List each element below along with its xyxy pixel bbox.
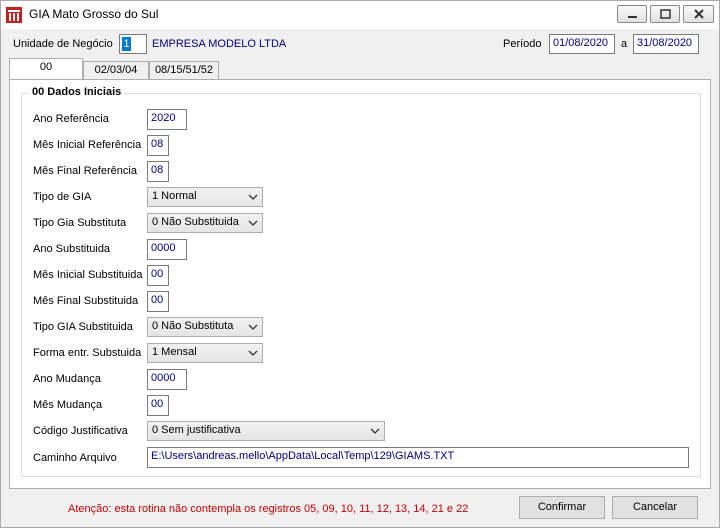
- forma-entr-substuida-label: Forma entr. Substuida: [33, 347, 142, 359]
- mes-inicial-referencia-label: Mês Inicial Referência: [33, 139, 142, 151]
- mes-final-referencia-input[interactable]: 08: [147, 161, 169, 182]
- tipo-gia-label: Tipo de GIA: [33, 191, 92, 203]
- unidade-code-value: 1: [122, 37, 131, 51]
- tipo-gia-substituta-select[interactable]: 0 Não Substituida: [147, 213, 263, 233]
- periodo-label: Período: [503, 38, 542, 50]
- mes-inicial-substituida-input[interactable]: 00: [147, 265, 169, 286]
- caminho-arquivo-label: Caminho Arquivo: [33, 452, 117, 464]
- close-icon: [694, 9, 704, 19]
- mes-mudanca-label: Mês Mudança: [33, 399, 103, 411]
- mes-mudanca-input[interactable]: 00: [147, 395, 169, 416]
- tab-label: 00: [39, 61, 53, 73]
- codigo-justificativa-value: 0 Sem justificativa: [152, 424, 241, 436]
- maximize-icon: [660, 9, 671, 19]
- tipo-gia-substituta-label: Tipo Gia Substituta: [33, 217, 127, 229]
- ano-substituida-input[interactable]: 0000: [147, 239, 187, 260]
- tab-02-03-04[interactable]: 02/03/04: [83, 61, 149, 79]
- tab-label: 02/03/04: [94, 64, 138, 76]
- ano-mudanca-input[interactable]: 0000: [147, 369, 187, 390]
- tipo-gia-substituida-select[interactable]: 0 Não Substituta: [147, 317, 263, 337]
- ano-substituida-label: Ano Substituida: [33, 243, 111, 255]
- tab-00[interactable]: 00: [9, 58, 83, 79]
- group-title: 00 Dados Iniciais: [29, 86, 125, 98]
- forma-entr-substuida-value: 1 Mensal: [152, 346, 197, 358]
- unidade-code-input[interactable]: 1: [119, 34, 147, 54]
- chevron-down-icon: [248, 324, 258, 330]
- minimize-button[interactable]: [617, 5, 647, 23]
- periodo-start-input[interactable]: 01/08/2020: [549, 34, 615, 54]
- cancel-button[interactable]: Cancelar: [612, 496, 698, 519]
- main-window: GIA Mato Grosso do Sul Unidade de Negóci…: [0, 0, 720, 528]
- chevron-down-icon: [248, 350, 258, 356]
- unidade-label: Unidade de Negócio: [13, 38, 113, 50]
- tipo-gia-substituida-value: 0 Não Substituta: [152, 320, 234, 332]
- tab-label: 08/15/51/52: [154, 64, 214, 76]
- ano-mudanca-label: Ano Mudança: [33, 373, 101, 385]
- minimize-icon: [628, 16, 637, 18]
- codigo-justificativa-select[interactable]: 0 Sem justificativa: [147, 421, 385, 441]
- title-bar: GIA Mato Grosso do Sul: [1, 1, 719, 29]
- periodo-separator: a: [621, 38, 628, 50]
- warning-message: Atenção: esta rotina não contempla os re…: [68, 503, 469, 515]
- maximize-button[interactable]: [650, 5, 680, 23]
- mes-final-referencia-label: Mês Final Referência: [33, 165, 137, 177]
- company-name: EMPRESA MODELO LTDA: [152, 38, 287, 50]
- ano-referencia-input[interactable]: 2020: [147, 109, 187, 130]
- periodo-end-input[interactable]: 31/08/2020: [633, 34, 699, 54]
- mes-final-substituida-label: Mês Final Substituida: [33, 295, 139, 307]
- tab-08-15-51-52[interactable]: 08/15/51/52: [149, 61, 219, 79]
- caminho-arquivo-input[interactable]: E:\Users\andreas.mello\AppData\Local\Tem…: [147, 447, 689, 468]
- close-button[interactable]: [683, 5, 714, 23]
- tipo-gia-substituida-label: Tipo GIA Substituida: [33, 321, 133, 333]
- mes-final-substituida-input[interactable]: 00: [147, 291, 169, 312]
- codigo-justificativa-label: Código Justificativa: [33, 425, 128, 437]
- ano-referencia-label: Ano Referência: [33, 113, 109, 125]
- mes-inicial-referencia-input[interactable]: 08: [147, 135, 169, 156]
- chevron-down-icon: [248, 194, 258, 200]
- tipo-gia-value: 1 Normal: [152, 190, 197, 202]
- tipo-gia-substituta-value: 0 Não Substituida: [152, 216, 239, 228]
- app-logo-icon: [6, 7, 22, 23]
- forma-entr-substuida-select[interactable]: 1 Mensal: [147, 343, 263, 363]
- confirm-button[interactable]: Confirmar: [519, 496, 605, 519]
- tipo-gia-select[interactable]: 1 Normal: [147, 187, 263, 207]
- chevron-down-icon: [370, 428, 380, 434]
- mes-inicial-substituida-label: Mês Inicial Substituida: [33, 269, 143, 281]
- chevron-down-icon: [248, 220, 258, 226]
- window-title: GIA Mato Grosso do Sul: [29, 7, 159, 21]
